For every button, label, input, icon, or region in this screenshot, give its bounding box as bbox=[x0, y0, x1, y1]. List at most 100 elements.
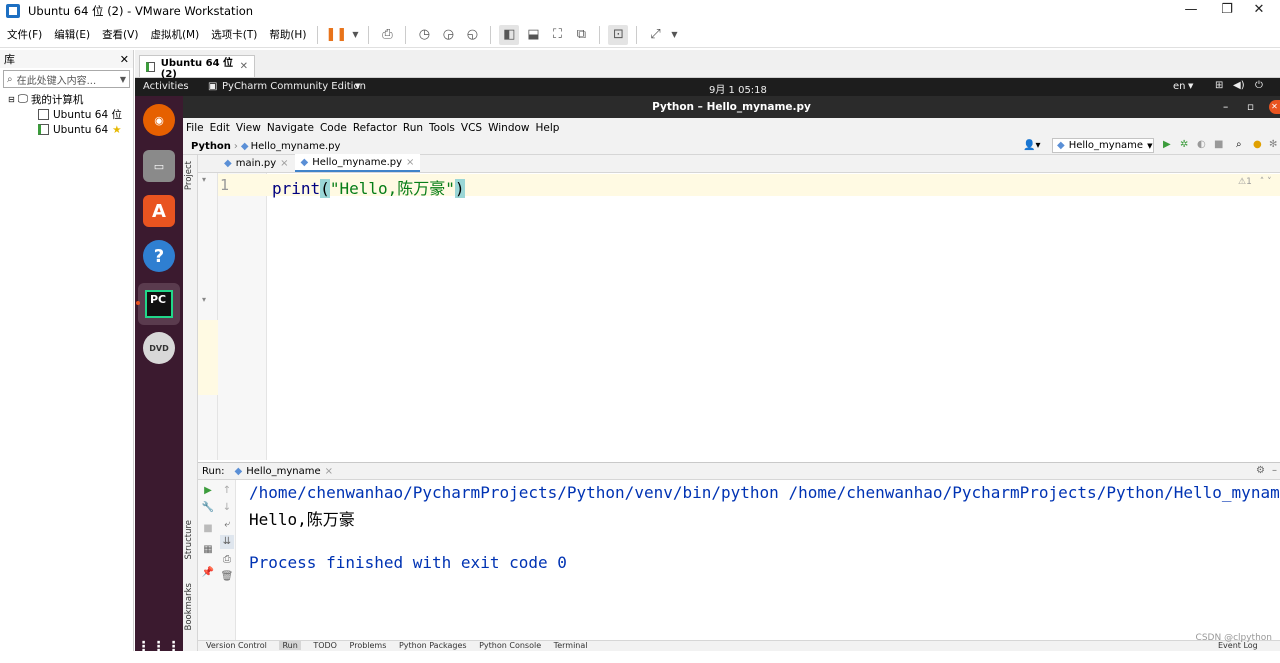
search-icon[interactable]: ⌕ bbox=[1236, 139, 1242, 150]
close-icon[interactable]: ✕ bbox=[1236, 0, 1280, 22]
wrench-icon[interactable]: 🔧 bbox=[201, 501, 215, 515]
tool-project[interactable]: Project bbox=[184, 161, 194, 190]
run-config-select[interactable]: ◆ Hello_myname ▼ bbox=[1052, 138, 1154, 153]
console-view-icon[interactable]: ⊡ bbox=[608, 24, 629, 45]
fullscreen-icon[interactable]: ⛶ bbox=[547, 25, 567, 45]
unity-icon[interactable]: ⧉ bbox=[571, 25, 591, 45]
activities-button[interactable]: Activities bbox=[143, 81, 189, 92]
debug-icon[interactable]: ✲ bbox=[1180, 139, 1188, 150]
software-center-icon[interactable]: A bbox=[143, 195, 175, 227]
soft-wrap-icon[interactable]: ⤶ bbox=[220, 518, 234, 532]
firefox-icon[interactable]: ◉ bbox=[143, 104, 175, 136]
stop-icon[interactable]: ■ bbox=[201, 522, 215, 536]
stop-icon[interactable]: ■ bbox=[1214, 139, 1223, 150]
tab-hello-myname-py[interactable]: ◆ Hello_myname.py × bbox=[294, 154, 421, 172]
pycharm-icon[interactable]: PC bbox=[138, 283, 180, 325]
files-icon[interactable]: ▭ bbox=[143, 150, 175, 182]
library-view-icon[interactable]: ◧ bbox=[499, 24, 520, 45]
snapshot-icon[interactable]: ◷ bbox=[414, 25, 434, 45]
updates-icon[interactable]: ● bbox=[1253, 139, 1262, 150]
chevron-down-icon[interactable]: ▼ bbox=[350, 25, 360, 45]
network-icon[interactable]: ⊞ bbox=[1215, 80, 1223, 91]
menu-view[interactable]: View bbox=[236, 122, 261, 134]
tool-problems[interactable]: Problems bbox=[350, 641, 387, 650]
layout-icon[interactable]: ▦ bbox=[201, 543, 215, 557]
menu-edit[interactable]: 编辑(E) bbox=[49, 27, 95, 42]
vm-tab[interactable]: Ubuntu 64 位 (2) ✕ bbox=[139, 55, 255, 80]
menu-tools[interactable]: Tools bbox=[429, 122, 455, 134]
chevron-up-icon[interactable]: ˄ bbox=[1260, 177, 1265, 187]
tool-version-control[interactable]: Version Control bbox=[206, 641, 267, 650]
menu-code[interactable]: Code bbox=[320, 122, 347, 134]
collapse-icon[interactable]: ⊟ bbox=[8, 95, 15, 104]
close-icon[interactable]: × bbox=[406, 157, 414, 168]
library-search-input[interactable]: ⌕ 在此处键入内容... ▼ bbox=[3, 70, 130, 88]
coverage-icon[interactable]: ◐ bbox=[1197, 139, 1206, 150]
help-icon[interactable]: ? bbox=[143, 240, 175, 272]
menu-file[interactable]: 文件(F) bbox=[2, 27, 47, 42]
tree-item-vm[interactable]: Ubuntu 64 位 bbox=[0, 107, 133, 122]
arrow-up-icon[interactable]: ↑ bbox=[220, 484, 234, 498]
run-console[interactable]: /home/chenwanhao/PycharmProjects/Python/… bbox=[237, 480, 1280, 640]
tree-item-vm-running[interactable]: Ubuntu 64 ★ bbox=[0, 122, 133, 137]
volume-icon[interactable]: ◀) bbox=[1233, 80, 1245, 91]
user-icon[interactable]: 👤▾ bbox=[1023, 140, 1040, 151]
close-icon[interactable]: × bbox=[280, 158, 288, 169]
input-language[interactable]: en bbox=[1173, 81, 1186, 92]
run-icon[interactable]: ▶ bbox=[1163, 139, 1171, 150]
pin-icon[interactable]: 📌 bbox=[201, 566, 215, 580]
code-editor[interactable] bbox=[267, 173, 1280, 460]
run-tab[interactable]: Hello_myname bbox=[246, 466, 320, 477]
chevron-down-icon[interactable]: ▾ bbox=[202, 175, 206, 184]
tool-python-console[interactable]: Python Console bbox=[479, 641, 541, 650]
settings-icon[interactable]: ✻ bbox=[1269, 139, 1277, 150]
inspection-widget[interactable]: ⚠1 ˄ ˅ bbox=[1238, 177, 1272, 187]
dvd-icon[interactable]: DVD bbox=[143, 332, 175, 364]
menu-help[interactable]: Help bbox=[536, 122, 560, 134]
menu-edit[interactable]: Edit bbox=[210, 122, 230, 134]
revert-snapshot-icon[interactable]: ◶ bbox=[438, 25, 458, 45]
chevron-down-icon[interactable]: ˅ bbox=[1267, 177, 1272, 187]
tool-todo[interactable]: TODO bbox=[313, 641, 337, 650]
menu-refactor[interactable]: Refactor bbox=[353, 122, 397, 134]
breadcrumb-project[interactable]: Python bbox=[191, 141, 231, 152]
arrow-down-icon[interactable]: ↓ bbox=[220, 501, 234, 515]
chevron-down-icon[interactable]: ▼ bbox=[120, 75, 126, 84]
clock[interactable]: 9月 1 05:18 bbox=[709, 81, 767, 96]
menu-vm[interactable]: 虚拟机(M) bbox=[145, 27, 204, 42]
tool-run[interactable]: Run bbox=[279, 641, 301, 650]
breadcrumb-file[interactable]: Hello_myname.py bbox=[251, 141, 341, 152]
rerun-icon[interactable]: ▶ bbox=[201, 484, 215, 498]
stretch-icon[interactable]: ⤢ bbox=[645, 25, 665, 45]
tool-python-packages[interactable]: Python Packages bbox=[399, 641, 467, 650]
menu-vcs[interactable]: VCS bbox=[461, 122, 482, 134]
close-icon[interactable]: ✕ bbox=[120, 53, 129, 66]
menu-file[interactable]: File bbox=[186, 122, 204, 134]
chevron-down-icon[interactable]: ▾ bbox=[202, 295, 206, 304]
menu-help[interactable]: 帮助(H) bbox=[264, 27, 311, 42]
maximize-icon[interactable]: ▫ bbox=[1247, 96, 1254, 118]
menu-view[interactable]: 查看(V) bbox=[97, 27, 143, 42]
pause-icon[interactable]: ❚❚ bbox=[326, 25, 348, 45]
print-icon[interactable]: ⎙ bbox=[220, 553, 234, 567]
thumbnail-view-icon[interactable]: ⬓ bbox=[523, 25, 543, 45]
settings-icon[interactable]: ⚙ bbox=[1256, 465, 1265, 476]
send-ctrl-alt-del-icon[interactable]: ⎙ bbox=[377, 25, 397, 45]
app-menu[interactable]: PyCharm Community Edition bbox=[222, 81, 366, 92]
minimize-icon[interactable]: – bbox=[1223, 96, 1228, 118]
tool-structure[interactable]: Structure bbox=[184, 520, 194, 560]
close-icon[interactable]: ✕ bbox=[240, 61, 248, 72]
menu-window[interactable]: Window bbox=[488, 122, 529, 134]
menu-run[interactable]: Run bbox=[403, 122, 423, 134]
hide-icon[interactable]: – bbox=[1272, 465, 1277, 476]
scroll-to-end-icon[interactable]: ⇊ bbox=[220, 535, 234, 549]
tool-terminal[interactable]: Terminal bbox=[554, 641, 588, 650]
code-line[interactable]: print("Hello,陈万豪") bbox=[272, 175, 465, 199]
close-icon[interactable]: ✕ bbox=[1269, 100, 1280, 114]
tree-item-my-computer[interactable]: ⊟ 🖵 我的计算机 bbox=[0, 92, 133, 107]
chevron-down-icon[interactable]: ▼ bbox=[669, 25, 679, 45]
tool-bookmarks[interactable]: Bookmarks bbox=[184, 583, 194, 631]
menu-navigate[interactable]: Navigate bbox=[267, 122, 314, 134]
close-icon[interactable]: × bbox=[325, 466, 333, 477]
power-icon[interactable]: ⏻ bbox=[1255, 80, 1263, 91]
